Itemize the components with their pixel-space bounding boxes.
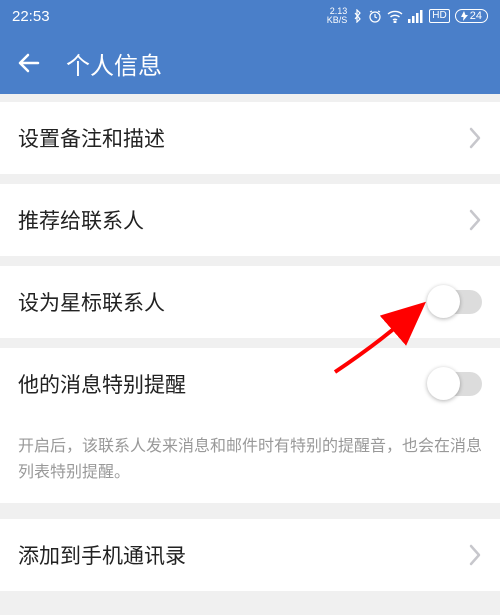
row-label: 添加到手机通讯录	[18, 540, 186, 570]
wifi-icon	[387, 10, 403, 23]
status-icons: 2.13 KB/S HD 24	[327, 7, 488, 25]
toggle-knob	[427, 367, 460, 400]
row-label: 他的消息特别提醒	[18, 369, 186, 399]
back-icon[interactable]	[16, 50, 42, 76]
signal-icon	[408, 10, 424, 23]
star-toggle[interactable]	[430, 290, 482, 314]
hd-icon: HD	[429, 9, 449, 23]
alarm-icon	[368, 9, 382, 23]
toggle-knob	[427, 285, 460, 318]
row-special-notify: 他的消息特别提醒	[0, 348, 500, 420]
header: 个人信息	[0, 32, 500, 94]
bluetooth-icon	[352, 9, 363, 23]
row-set-remark[interactable]: 设置备注和描述	[0, 102, 500, 174]
row-label: 设置备注和描述	[18, 123, 165, 153]
chevron-right-icon	[468, 209, 482, 231]
battery-icon: 24	[455, 9, 488, 23]
network-speed: 2.13 KB/S	[327, 7, 348, 25]
row-star-contact: 设为星标联系人	[0, 266, 500, 338]
status-time: 22:53	[12, 8, 50, 25]
chevron-right-icon	[468, 127, 482, 149]
notify-toggle[interactable]	[430, 372, 482, 396]
notify-helper-text: 开启后，该联系人发来消息和邮件时有特别的提醒音，也会在消息列表特别提醒。	[0, 420, 500, 503]
page-title: 个人信息	[66, 46, 162, 81]
row-label: 设为星标联系人	[18, 287, 165, 317]
settings-list: 设置备注和描述 推荐给联系人 设为星标联系人 他的消息特别提醒 开启后，该联系人…	[0, 102, 500, 591]
chevron-right-icon	[468, 544, 482, 566]
row-label: 推荐给联系人	[18, 205, 144, 235]
row-add-contact[interactable]: 添加到手机通讯录	[0, 519, 500, 591]
row-recommend[interactable]: 推荐给联系人	[0, 184, 500, 256]
status-bar: 22:53 2.13 KB/S HD 24	[0, 0, 500, 32]
